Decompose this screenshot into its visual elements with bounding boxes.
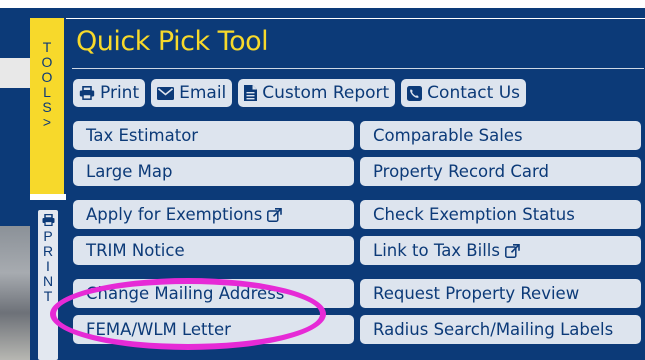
print-tab-letter: I — [46, 258, 50, 274]
document-icon — [244, 85, 258, 101]
change-mailing-address-link[interactable]: Change Mailing Address — [73, 279, 354, 308]
custom-report-button-label: Custom Report — [262, 83, 390, 103]
email-icon — [157, 86, 175, 100]
quick-pick-panel: Quick Pick Tool Print Email Custom Repor… — [66, 18, 645, 360]
page-background-top — [0, 0, 645, 8]
tools-tab-letter: T — [42, 39, 52, 55]
print-icon — [79, 86, 95, 100]
contact-us-button[interactable]: Contact Us — [401, 79, 527, 107]
print-tab-letter: P — [43, 228, 53, 244]
apply-for-exemptions-label: Apply for Exemptions — [86, 205, 263, 224]
panel-title: Quick Pick Tool — [76, 26, 269, 57]
tools-tab-letter: > — [42, 114, 52, 130]
phone-icon — [407, 85, 423, 101]
background-photo — [0, 226, 30, 360]
title-divider — [72, 68, 644, 69]
comparable-sales-link[interactable]: Comparable Sales — [360, 121, 641, 150]
external-link-icon — [267, 207, 283, 222]
request-property-review-link[interactable]: Request Property Review — [360, 279, 641, 308]
email-button-label: Email — [179, 83, 227, 103]
tax-estimator-label: Tax Estimator — [86, 126, 199, 145]
email-button[interactable]: Email — [151, 79, 233, 107]
print-button[interactable]: Print — [73, 79, 146, 107]
check-exemption-status-label: Check Exemption Status — [373, 205, 575, 224]
tools-tab[interactable]: T O O L S > — [30, 18, 66, 194]
property-record-card-link[interactable]: Property Record Card — [360, 157, 641, 186]
tax-estimator-link[interactable]: Tax Estimator — [73, 121, 354, 150]
custom-report-button[interactable]: Custom Report — [238, 79, 396, 107]
change-mailing-address-label: Change Mailing Address — [86, 284, 285, 303]
large-map-label: Large Map — [86, 162, 173, 181]
print-tab[interactable]: P R I N T — [30, 200, 66, 360]
panel-toolbar: Print Email Custom Report Contact Us — [73, 79, 527, 107]
trim-notice-link[interactable]: TRIM Notice — [73, 236, 354, 265]
property-record-card-label: Property Record Card — [373, 162, 549, 181]
tools-tab-letter: L — [43, 84, 51, 100]
tools-tab-letter: O — [41, 69, 53, 85]
radius-search-mailing-labels-label: Radius Search/Mailing Labels — [373, 320, 614, 339]
large-map-link[interactable]: Large Map — [73, 157, 354, 186]
radius-search-mailing-labels-link[interactable]: Radius Search/Mailing Labels — [360, 315, 641, 344]
link-to-tax-bills-label: Link to Tax Bills — [373, 241, 500, 260]
link-to-tax-bills-link[interactable]: Link to Tax Bills — [360, 236, 641, 265]
contact-us-button-label: Contact Us — [427, 83, 521, 103]
page-left-band-2 — [0, 155, 30, 193]
print-tab-letter: T — [43, 288, 53, 304]
page-left-band — [0, 58, 30, 88]
trim-notice-label: TRIM Notice — [86, 241, 185, 260]
fema-wlm-letter-label: FEMA/WLM Letter — [86, 320, 231, 339]
print-tab-inner: P R I N T — [38, 210, 58, 360]
tools-tab-letter: O — [41, 54, 53, 70]
print-button-label: Print — [100, 83, 140, 103]
external-link-icon — [505, 243, 520, 258]
request-property-review-label: Request Property Review — [373, 284, 580, 303]
tools-tab-letter: S — [42, 99, 52, 115]
page-header-strip — [0, 8, 645, 18]
apply-for-exemptions-link[interactable]: Apply for Exemptions — [73, 200, 354, 229]
printer-icon — [42, 213, 55, 229]
comparable-sales-label: Comparable Sales — [373, 126, 523, 145]
fema-wlm-letter-link[interactable]: FEMA/WLM Letter — [73, 315, 354, 344]
print-tab-letter: R — [42, 243, 54, 259]
check-exemption-status-link[interactable]: Check Exemption Status — [360, 200, 641, 229]
print-tab-letter: N — [42, 273, 54, 289]
